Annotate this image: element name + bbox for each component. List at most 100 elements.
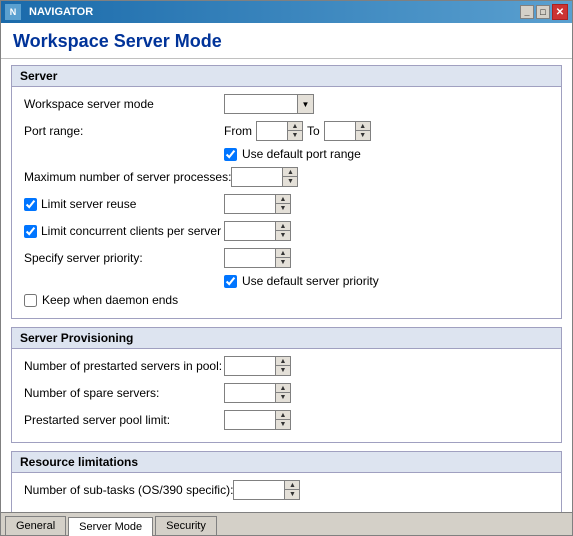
limit-reuse-spin-btns: ▲ ▼ — [275, 195, 290, 213]
port-to-spin-down[interactable]: ▼ — [356, 131, 370, 140]
prestarted-spin-down[interactable]: ▼ — [276, 366, 290, 375]
port-to-spin-btns: ▲ ▼ — [355, 122, 370, 140]
tab-server-mode[interactable]: Server Mode — [68, 517, 153, 536]
port-to-input[interactable]: 0 — [325, 122, 355, 140]
port-to-spin-up[interactable]: ▲ — [356, 122, 370, 131]
subtasks-spinbox[interactable]: 0 ▲ ▼ — [233, 480, 300, 500]
max-processes-input[interactable]: 0 — [232, 168, 282, 186]
port-range-controls: From 0 ▲ ▼ To 0 ▲ — [224, 121, 371, 141]
limit-concurrent-container: Limit concurrent clients per server — [24, 224, 224, 238]
port-from-spin-btns: ▲ ▼ — [287, 122, 302, 140]
specify-priority-row: Specify server priority: 0 ▲ ▼ — [24, 247, 549, 269]
pool-limit-spin-btns: ▲ ▼ — [275, 411, 290, 429]
close-button[interactable]: ✕ — [552, 4, 568, 20]
limit-server-reuse-spinbox[interactable]: 50 ▲ ▼ — [224, 194, 291, 214]
limit-reuse-spin-down[interactable]: ▼ — [276, 204, 290, 213]
dropdown-arrow-icon[interactable]: ▼ — [297, 95, 313, 113]
port-from-spinbox[interactable]: 0 ▲ ▼ — [256, 121, 303, 141]
limit-concurrent-input[interactable]: 0 — [225, 222, 275, 240]
limit-concurrent-spin-btns: ▲ ▼ — [275, 222, 290, 240]
port-from-input[interactable]: 0 — [257, 122, 287, 140]
specify-priority-spinbox[interactable]: 0 ▲ ▼ — [224, 248, 291, 268]
max-processes-spin-down[interactable]: ▼ — [283, 177, 297, 186]
window-title: NAVIGATOR — [25, 6, 520, 18]
specify-priority-spin-btns: ▲ ▼ — [275, 249, 290, 267]
prestarted-spinbox[interactable]: 0 ▲ ▼ — [224, 356, 291, 376]
title-bar: N NAVIGATOR _ □ ✕ — [1, 1, 572, 23]
max-processes-spin-btns: ▲ ▼ — [282, 168, 297, 186]
limit-server-reuse-container: Limit server reuse — [24, 197, 224, 211]
subtasks-input[interactable]: 0 — [234, 481, 284, 499]
server-section: Server Workspace server mode ▼ Port rang… — [11, 65, 562, 319]
keep-daemon-label[interactable]: Keep when daemon ends — [42, 293, 178, 307]
tab-security[interactable]: Security — [155, 516, 217, 535]
resource-section-body: Number of sub-tasks (OS/390 specific): 0… — [12, 473, 561, 512]
content-area: Server Workspace server mode ▼ Port rang… — [1, 59, 572, 512]
use-default-port-label[interactable]: Use default port range — [242, 147, 361, 161]
port-from-label: From — [224, 124, 252, 138]
limit-server-reuse-row: Limit server reuse 50 ▲ ▼ — [24, 193, 549, 215]
window-controls: _ □ ✕ — [520, 4, 568, 20]
limit-server-reuse-checkbox[interactable] — [24, 198, 37, 211]
pool-limit-spin-down[interactable]: ▼ — [276, 420, 290, 429]
workspace-server-mode-dropdown[interactable]: ▼ — [224, 94, 314, 114]
workspace-server-mode-select[interactable] — [225, 95, 297, 113]
use-default-port-row: Use default port range — [224, 147, 549, 161]
minimize-button[interactable]: _ — [520, 5, 534, 19]
keep-daemon-checkbox[interactable] — [24, 294, 37, 307]
prestarted-input[interactable]: 0 — [225, 357, 275, 375]
limit-reuse-spin-up[interactable]: ▲ — [276, 195, 290, 204]
max-processes-spinbox[interactable]: 0 ▲ ▼ — [231, 167, 298, 187]
port-to-spinbox[interactable]: 0 ▲ ▼ — [324, 121, 371, 141]
keep-daemon-row: Keep when daemon ends — [24, 293, 549, 307]
limit-concurrent-spinbox[interactable]: 0 ▲ ▼ — [224, 221, 291, 241]
use-default-priority-label[interactable]: Use default server priority — [242, 274, 379, 288]
pool-limit-row: Prestarted server pool limit: 0 ▲ ▼ — [24, 409, 549, 431]
spare-spinbox[interactable]: 0 ▲ ▼ — [224, 383, 291, 403]
provisioning-section-body: Number of prestarted servers in pool: 0 … — [12, 349, 561, 442]
limit-concurrent-checkbox[interactable] — [24, 225, 37, 238]
subtasks-label: Number of sub-tasks (OS/390 specific): — [24, 483, 233, 497]
tab-general[interactable]: General — [5, 516, 66, 535]
limit-concurrent-spin-down[interactable]: ▼ — [276, 231, 290, 240]
prestarted-spin-up[interactable]: ▲ — [276, 357, 290, 366]
pool-limit-spinbox[interactable]: 0 ▲ ▼ — [224, 410, 291, 430]
provisioning-section: Server Provisioning Number of prestarted… — [11, 327, 562, 443]
main-window: N NAVIGATOR _ □ ✕ Workspace Server Mode … — [0, 0, 573, 536]
limit-concurrent-label[interactable]: Limit concurrent clients per server — [41, 224, 221, 238]
subtasks-spin-btns: ▲ ▼ — [284, 481, 299, 499]
max-processes-row: Maximum number of server processes: 0 ▲ … — [24, 166, 549, 188]
window-icon: N — [5, 4, 21, 20]
port-range-label: Port range: — [24, 124, 224, 138]
subtasks-spin-down[interactable]: ▼ — [285, 490, 299, 499]
port-from-spin-down[interactable]: ▼ — [288, 131, 302, 140]
specify-priority-spin-down[interactable]: ▼ — [276, 258, 290, 267]
page-title: Workspace Server Mode — [1, 23, 572, 59]
provisioning-section-header: Server Provisioning — [12, 328, 561, 349]
port-to-label: To — [307, 124, 320, 138]
subtasks-spin-up[interactable]: ▲ — [285, 481, 299, 490]
max-processes-label: Maximum number of server processes: — [24, 170, 231, 184]
spare-label: Number of spare servers: — [24, 386, 224, 400]
specify-priority-input[interactable]: 0 — [225, 249, 275, 267]
specify-priority-label: Specify server priority: — [24, 251, 224, 265]
prestarted-spin-btns: ▲ ▼ — [275, 357, 290, 375]
maximize-button[interactable]: □ — [536, 5, 550, 19]
spare-input[interactable]: 0 — [225, 384, 275, 402]
workspace-server-mode-row: Workspace server mode ▼ — [24, 93, 549, 115]
limit-server-reuse-label[interactable]: Limit server reuse — [41, 197, 136, 211]
pool-limit-spin-up[interactable]: ▲ — [276, 411, 290, 420]
use-default-port-checkbox[interactable] — [224, 148, 237, 161]
limit-server-reuse-input[interactable]: 50 — [225, 195, 275, 213]
use-default-priority-checkbox[interactable] — [224, 275, 237, 288]
pool-limit-input[interactable]: 0 — [225, 411, 275, 429]
max-processes-spin-up[interactable]: ▲ — [283, 168, 297, 177]
spare-spin-btns: ▲ ▼ — [275, 384, 290, 402]
port-from-spin-up[interactable]: ▲ — [288, 122, 302, 131]
spare-spin-down[interactable]: ▼ — [276, 393, 290, 402]
spare-spin-up[interactable]: ▲ — [276, 384, 290, 393]
prestarted-label: Number of prestarted servers in pool: — [24, 359, 224, 373]
workspace-server-mode-label: Workspace server mode — [24, 97, 224, 111]
limit-concurrent-spin-up[interactable]: ▲ — [276, 222, 290, 231]
specify-priority-spin-up[interactable]: ▲ — [276, 249, 290, 258]
